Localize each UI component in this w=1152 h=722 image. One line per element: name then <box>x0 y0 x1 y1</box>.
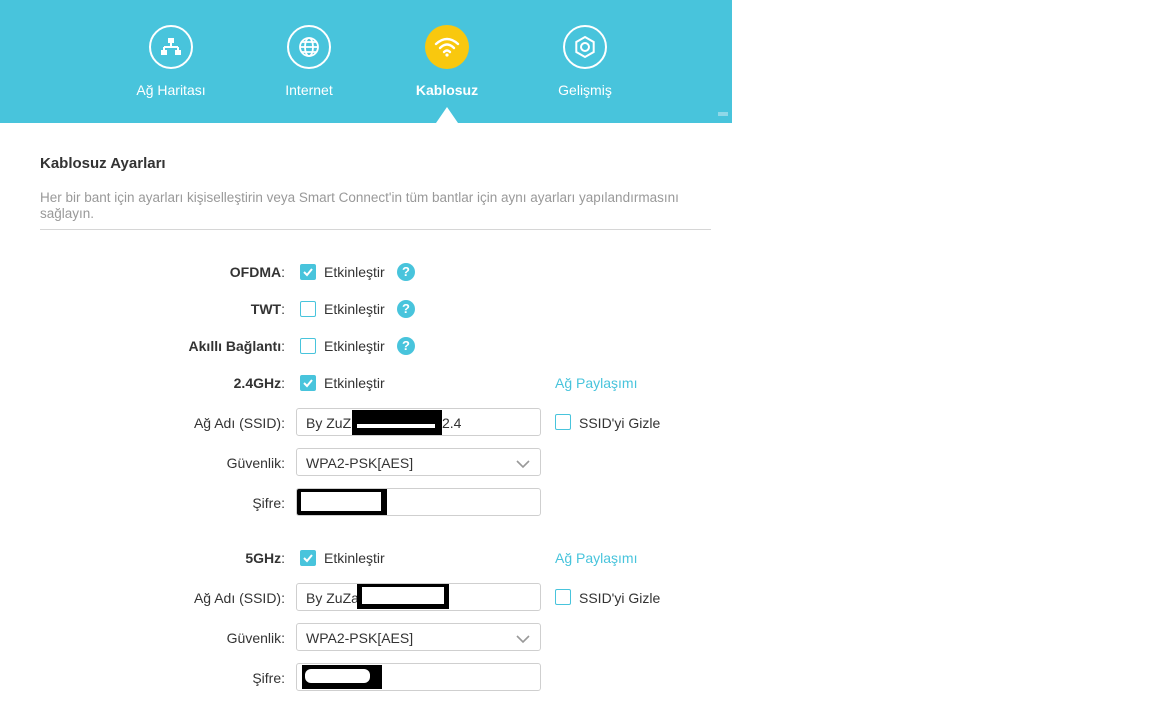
network-map-icon <box>149 25 193 69</box>
redaction <box>357 584 449 609</box>
band24-share-link[interactable]: Ağ Paylaşımı <box>555 375 637 391</box>
scroll-indicator <box>718 112 728 116</box>
nav-network-map[interactable]: Ağ Haritası <box>111 25 231 98</box>
band24-password-label: Şifre: <box>252 495 285 511</box>
band24-security-row: Güvenlik: WPA2-PSK[AES] <box>0 448 732 478</box>
band24-ssid-row: Ağ Adı (SSID): By ZuZ 2.4 SSID'yi Gizle <box>0 408 732 438</box>
nav-label: Gelişmiş <box>558 82 612 98</box>
twt-label: TWT: <box>250 301 285 317</box>
band24-ssid-label: Ağ Adı (SSID): <box>193 415 285 431</box>
band5-enable-label: Etkinleştir <box>324 550 385 566</box>
ofdma-checkbox-label: Etkinleştir <box>324 264 385 280</box>
band5-enable-checkbox[interactable] <box>300 550 316 566</box>
band24-security-select[interactable]: WPA2-PSK[AES] <box>296 448 541 476</box>
band5-ssid-label: Ağ Adı (SSID): <box>193 590 285 606</box>
band5-security-select[interactable]: WPA2-PSK[AES] <box>296 623 541 651</box>
nav-wireless[interactable]: Kablosuz <box>387 25 507 98</box>
band24-hide-ssid-checkbox[interactable] <box>555 414 571 430</box>
ofdma-label: OFDMA: <box>229 264 285 280</box>
band5-enable-row: 5GHz: Etkinleştir Ağ Paylaşımı <box>0 543 732 573</box>
band5-ssid-input[interactable]: By ZuZa <box>296 583 541 611</box>
band5-password-input[interactable] <box>296 663 541 691</box>
band24-enable-label: Etkinleştir <box>324 375 385 391</box>
band5-hide-ssid-checkbox[interactable] <box>555 589 571 605</box>
ofdma-checkbox[interactable] <box>300 264 316 280</box>
gear-icon <box>563 25 607 69</box>
smart-connect-row: Akıllı Bağlantı: Etkinleştir ? <box>0 331 732 361</box>
twt-help-icon[interactable]: ? <box>397 300 415 318</box>
security-value: WPA2-PSK[AES] <box>306 630 414 646</box>
twt-checkbox[interactable] <box>300 301 316 317</box>
section-title: Kablosuz Ayarları <box>40 155 166 172</box>
top-navigation-bar: Ağ Haritası Internet Kablosuz Gelişmiş <box>0 0 732 123</box>
wifi-icon <box>425 25 469 69</box>
chevron-down-icon <box>516 456 530 472</box>
nav-advanced[interactable]: Gelişmiş <box>525 25 645 98</box>
band24-enable-checkbox[interactable] <box>300 375 316 391</box>
redaction <box>352 410 442 435</box>
band24-ssid-input[interactable]: By ZuZ 2.4 <box>296 408 541 436</box>
ofdma-help-icon[interactable]: ? <box>397 263 415 281</box>
redaction <box>302 665 382 689</box>
band24-hide-ssid-label: SSID'yi Gizle <box>579 415 661 431</box>
smart-connect-help-icon[interactable]: ? <box>397 337 415 355</box>
band5-label: 5GHz: <box>245 550 285 566</box>
section-description: Her bir bant için ayarları kişiselleştir… <box>40 190 679 221</box>
divider <box>40 229 711 230</box>
band24-password-input[interactable] <box>296 488 541 516</box>
ssid-suffix: 2.4 <box>442 415 462 431</box>
nav-internet[interactable]: Internet <box>249 25 369 98</box>
twt-checkbox-label: Etkinleştir <box>324 301 385 317</box>
active-tab-pointer <box>436 107 458 123</box>
smart-connect-checkbox[interactable] <box>300 338 316 354</box>
twt-row: TWT: Etkinleştir ? <box>0 294 732 324</box>
smart-connect-label: Akıllı Bağlantı: <box>188 338 285 354</box>
band5-security-label: Güvenlik: <box>226 630 285 646</box>
nav-label: Kablosuz <box>415 82 479 98</box>
band24-security-label: Güvenlik: <box>226 455 285 471</box>
band5-password-row: Şifre: <box>0 663 732 693</box>
band24-label: 2.4GHz: <box>233 375 285 391</box>
ssid-prefix: By ZuZa <box>306 590 359 606</box>
band5-share-link[interactable]: Ağ Paylaşımı <box>555 550 637 566</box>
redaction <box>297 489 387 515</box>
band5-password-label: Şifre: <box>252 670 285 686</box>
ofdma-row: OFDMA: Etkinleştir ? <box>0 257 732 287</box>
nav-label: Ağ Haritası <box>136 82 206 98</box>
smart-connect-checkbox-label: Etkinleştir <box>324 338 385 354</box>
globe-icon <box>287 25 331 69</box>
band24-enable-row: 2.4GHz: Etkinleştir Ağ Paylaşımı <box>0 368 732 398</box>
band5-ssid-row: Ağ Adı (SSID): By ZuZa SSID'yi Gizle <box>0 583 732 613</box>
band5-security-row: Güvenlik: WPA2-PSK[AES] <box>0 623 732 653</box>
nav-label: Internet <box>285 82 333 98</box>
chevron-down-icon <box>516 631 530 647</box>
band5-hide-ssid-label: SSID'yi Gizle <box>579 590 661 606</box>
band24-password-row: Şifre: <box>0 488 732 518</box>
security-value: WPA2-PSK[AES] <box>306 455 414 471</box>
ssid-prefix: By ZuZ <box>306 415 352 431</box>
